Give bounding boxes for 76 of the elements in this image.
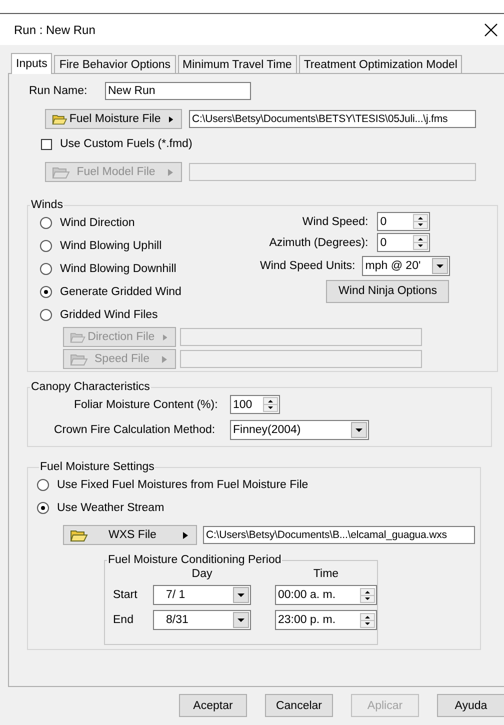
radio-label: Generate Gridded Wind <box>60 286 182 298</box>
row-label: Start <box>113 589 138 601</box>
number-spinner[interactable]: 0 <box>377 212 430 231</box>
caret-icon <box>233 612 249 628</box>
arrow-right-icon <box>162 334 167 340</box>
caret-icon <box>233 587 249 603</box>
path-field[interactable] <box>180 350 422 368</box>
field-label: Azimuth (Degrees): <box>269 236 368 248</box>
options-button[interactable]: Wind Ninja Options <box>326 280 450 302</box>
dialog-button[interactable]: Cancelar <box>265 694 333 717</box>
text-field[interactable]: New Run <box>105 82 251 100</box>
folder-icon <box>52 165 70 179</box>
group-title: Canopy Characteristics <box>30 381 151 393</box>
radio-label: Wind Blowing Downhill <box>60 262 176 274</box>
field-label: Wind Speed: <box>302 216 368 228</box>
dropdown[interactable]: Finney(2004) <box>230 420 369 440</box>
folder-icon <box>70 352 88 366</box>
radio-button[interactable] <box>40 286 52 298</box>
field-label: Run Name: <box>28 85 88 97</box>
checkbox-label: Use Custom Fuels (*.fmd) <box>60 138 192 150</box>
tab[interactable]: Minimum Travel Time <box>178 55 297 73</box>
dialog-button[interactable]: Aceptar <box>179 694 247 717</box>
column-header: Day <box>190 568 214 580</box>
dropdown[interactable]: mph @ 20' <box>362 256 450 276</box>
tab[interactable]: Inputs <box>11 53 52 74</box>
spin-arrows-icon <box>360 612 375 628</box>
radio-label: Use Fixed Fuel Moistures from Fuel Moisture File <box>57 478 308 490</box>
radio-button[interactable] <box>40 262 52 274</box>
checkbox[interactable] <box>41 138 52 150</box>
group-title: Winds <box>30 199 64 211</box>
number-spinner[interactable]: 23:00 p. m. <box>275 610 377 630</box>
path-field[interactable] <box>189 163 476 181</box>
field-label: Foliar Moisture Content (%): <box>73 398 219 410</box>
spin-arrows-icon <box>360 588 375 602</box>
field-label: Wind Speed Units: <box>260 260 356 272</box>
group-title: Fuel Moisture Settings <box>39 461 156 473</box>
tab[interactable]: Fire Behavior Options <box>54 55 176 73</box>
row-label: End <box>113 614 134 626</box>
arrow-right-icon <box>168 168 173 176</box>
arrow-right-icon <box>168 116 173 122</box>
spin-arrows-icon <box>413 214 428 229</box>
close-icon[interactable] <box>484 22 498 36</box>
arrow-right-icon <box>183 532 188 538</box>
path-field[interactable]: C:\Users\Betsy\Documents\B...\elcamal_guagua.wxs <box>203 526 475 544</box>
number-spinner[interactable]: 00:00 a. m. <box>275 585 377 605</box>
radio-button[interactable] <box>37 478 49 490</box>
dropdown[interactable]: 7/ 1 <box>153 585 251 605</box>
path-field[interactable] <box>180 328 422 346</box>
group-title: Fuel Moisture Conditioning Period <box>107 554 282 566</box>
number-spinner[interactable]: 0 <box>377 233 430 252</box>
radio-button[interactable] <box>37 502 49 514</box>
tab[interactable]: Treatment Optimization Model <box>298 55 462 73</box>
folder-icon <box>52 112 68 126</box>
radio-button[interactable] <box>40 308 52 320</box>
file-button[interactable]: Fuel Moisture File <box>45 109 182 129</box>
column-header: Time <box>312 568 340 580</box>
radio-label: Wind Blowing Uphill <box>60 240 162 252</box>
path-field[interactable]: C:\Users\Betsy\Documents\BETSY\TESIS\05Juli...\j.fms <box>189 110 476 128</box>
folder-icon <box>70 528 88 542</box>
radio-label: Gridded Wind Files <box>60 308 158 320</box>
file-button[interactable]: WXS File <box>63 525 197 545</box>
radio-button[interactable] <box>40 216 52 228</box>
folder-icon <box>70 330 86 344</box>
window-title: Run : New Run <box>14 22 96 36</box>
radio-label: Use Weather Stream <box>57 502 164 514</box>
radio-button[interactable] <box>40 240 52 252</box>
radio-label: Wind Direction <box>60 216 135 228</box>
arrow-right-icon <box>162 356 167 362</box>
dialog-button[interactable]: Ayuda <box>437 694 504 717</box>
caret-icon <box>432 258 448 274</box>
spin-arrows-icon <box>413 235 428 250</box>
dropdown[interactable]: 8/31 <box>153 610 251 630</box>
caret-icon <box>351 422 367 438</box>
number-spinner[interactable]: 100 <box>230 395 280 414</box>
spin-arrows-icon <box>263 397 278 412</box>
field-label: Crown Fire Calculation Method: <box>53 424 216 436</box>
